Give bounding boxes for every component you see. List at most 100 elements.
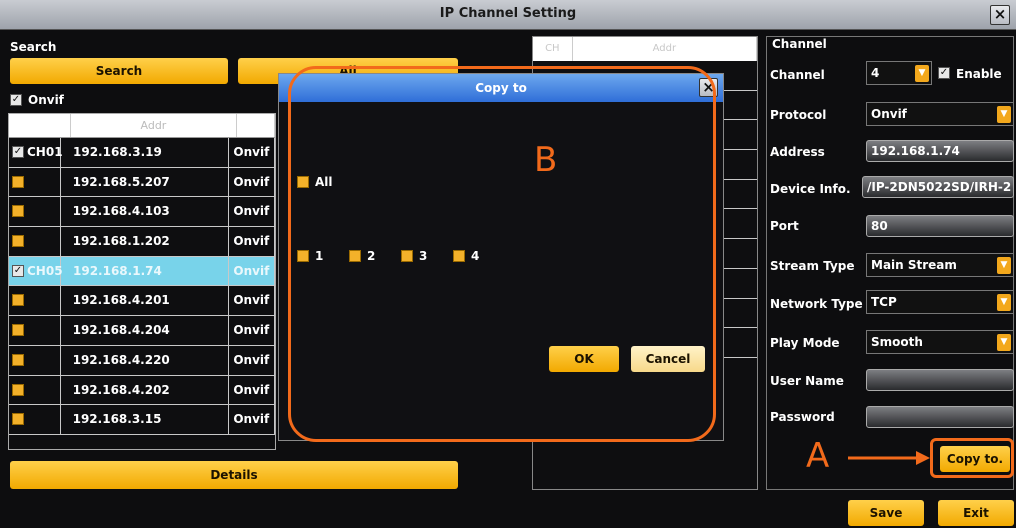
play-mode-label: Play Mode [770,336,840,350]
row-checkbox[interactable] [12,175,24,188]
stream-type-select[interactable]: Main Stream ▼ [866,253,1014,277]
row-protocol: Onvif [229,256,275,286]
chevron-down-icon: ▼ [997,106,1011,123]
channel-label: Channel [770,68,825,82]
details-button[interactable]: Details [10,461,458,489]
row-protocol: Onvif [229,405,275,434]
search-section-label: Search [10,40,57,54]
mid-table-header: CH Addr [533,37,757,61]
annotation-label-b: B [534,140,558,180]
annotation-arrow-icon [848,451,930,465]
row-protocol: Onvif [229,375,275,405]
chevron-down-icon: ▼ [997,294,1011,311]
row-channel-cell[interactable] [9,197,61,227]
row-channel-cell[interactable] [9,375,61,405]
annotation-box-a [930,438,1014,478]
row-checkbox[interactable] [12,353,24,366]
annotation-label-a: A [806,436,830,476]
row-ip: 192.168.4.204 [61,316,230,345]
play-mode-value: Smooth [871,335,923,349]
row-channel-cell[interactable] [9,286,61,316]
channel-value: 4 [871,66,880,80]
row-channel-cell[interactable]: ✓ CH05 [9,256,63,286]
exit-button[interactable]: Exit [938,500,1014,526]
table-row[interactable]: 192.168.4.201 Onvif [9,286,275,317]
channel-select[interactable]: 4 ▼ [866,61,932,85]
row-channel: CH01 [27,145,63,159]
table-row[interactable]: 192.168.5.207 Onvif [9,167,275,198]
play-mode-select[interactable]: Smooth ▼ [866,330,1014,354]
row-ip: 192.168.1.74 [61,256,230,286]
row-ip: 192.168.1.202 [61,227,230,256]
row-protocol: Onvif [229,345,275,375]
row-protocol: Onvif [229,197,275,227]
row-channel-cell[interactable] [9,316,61,345]
col-header-channel [9,114,71,137]
password-field[interactable] [866,406,1014,428]
search-button[interactable]: Search [10,58,228,84]
row-checkbox[interactable] [12,383,24,396]
port-field[interactable]: 80 [866,215,1014,237]
title-bar: IP Channel Setting × [0,0,1016,30]
mid-col-addr: Addr [573,37,757,61]
row-ip: 192.168.5.207 [61,167,230,197]
row-channel-cell[interactable] [9,405,61,434]
row-checkbox[interactable] [12,294,24,307]
network-type-label: Network Type [770,297,863,311]
row-checkbox[interactable] [12,324,24,337]
row-checkbox[interactable]: ✓ [12,264,24,277]
protocol-label: Protocol [770,108,827,122]
row-ip: 192.168.3.19 [61,138,230,167]
row-checkbox[interactable] [12,205,24,218]
chevron-down-icon: ▼ [915,65,929,82]
table-row[interactable]: 192.168.4.220 Onvif [9,345,275,376]
password-label: Password [770,410,835,424]
device-info-label: Device Info. [770,182,851,196]
network-type-select[interactable]: TCP ▼ [866,290,1014,314]
device-info-field[interactable]: /IP-2DN5022SD/IRH-2 [862,176,1014,198]
protocol-select[interactable]: Onvif ▼ [866,102,1014,126]
row-channel-cell[interactable] [9,345,61,375]
row-checkbox[interactable]: ✓ [12,146,24,158]
chevron-down-icon: ▼ [997,257,1011,274]
onvif-checkbox[interactable]: ✓ [10,94,22,106]
save-button[interactable]: Save [848,500,924,526]
stream-type-value: Main Stream [871,258,957,272]
row-checkbox[interactable] [12,413,24,426]
row-channel-cell[interactable]: ✓ CH01 [9,138,63,167]
row-ip: 192.168.4.103 [61,197,230,227]
col-header-addr: Addr [71,114,238,137]
row-protocol: Onvif [229,227,275,256]
window-title: IP Channel Setting [439,6,577,21]
user-name-label: User Name [770,374,844,388]
device-search-table: Addr ✓ CH01 192.168.3.19 Onvif 192.168.5.207… [8,113,276,450]
address-label: Address [770,145,825,159]
port-label: Port [770,219,799,233]
address-field[interactable]: 192.168.1.74 [866,140,1014,162]
row-checkbox[interactable] [12,235,24,248]
channel-section-label: Channel [772,37,827,51]
table-row[interactable]: 192.168.1.202 Onvif [9,227,275,257]
onvif-label: Onvif [28,93,64,107]
window-close-button[interactable]: × [990,5,1010,25]
user-name-field[interactable] [866,369,1014,391]
table-row[interactable]: ✓ CH05 192.168.1.74 Onvif [9,256,275,287]
table-row[interactable]: 192.168.4.204 Onvif [9,316,275,346]
chevron-down-icon: ▼ [997,334,1011,351]
col-header-protocol [237,114,275,137]
row-protocol: Onvif [229,138,275,167]
table-row[interactable]: ✓ CH01 192.168.3.19 Onvif [9,138,275,168]
row-channel-cell[interactable] [9,167,61,197]
protocol-value: Onvif [871,107,907,121]
row-ip: 192.168.4.220 [61,345,230,375]
row-ip: 192.168.4.202 [61,375,230,405]
table-row[interactable]: 192.168.4.202 Onvif [9,375,275,406]
row-ip: 192.168.3.15 [61,405,230,434]
network-type-value: TCP [871,295,897,309]
table-row[interactable]: 192.168.3.15 Onvif [9,405,275,435]
enable-checkbox[interactable]: ✓ [938,67,950,79]
row-protocol: Onvif [229,167,275,197]
table-row[interactable]: 192.168.4.103 Onvif [9,197,275,228]
enable-label: Enable [956,67,1002,81]
row-channel-cell[interactable] [9,227,61,256]
